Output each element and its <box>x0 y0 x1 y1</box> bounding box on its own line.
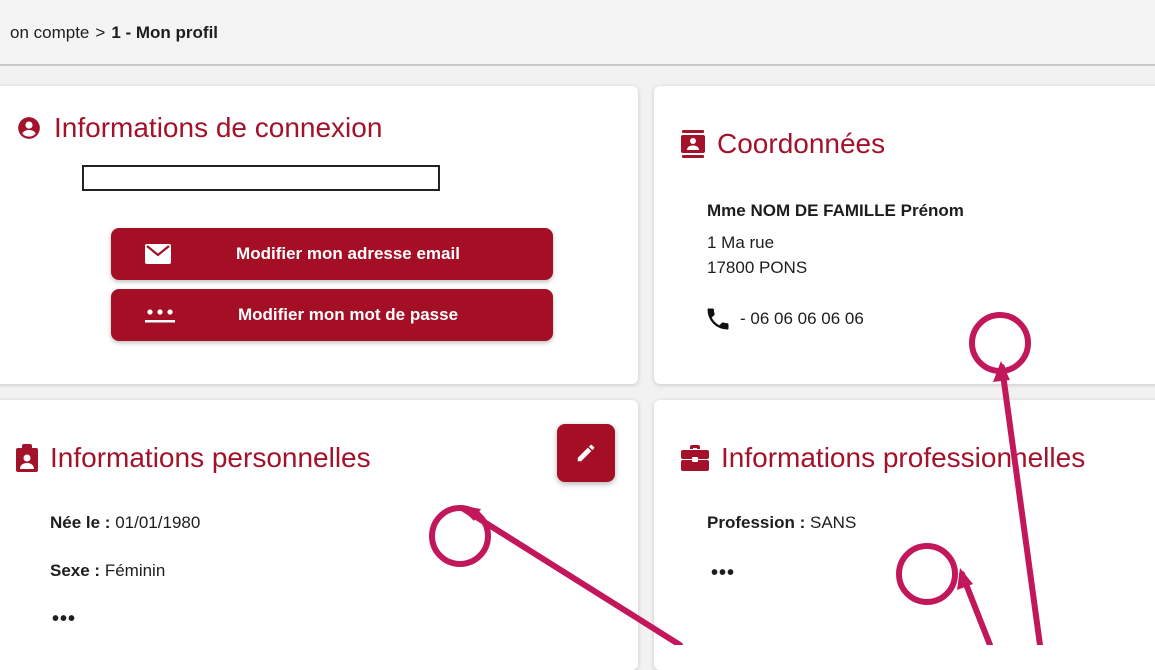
sex-value: Féminin <box>104 561 166 580</box>
modify-password-label: Modifier mon mot de passe <box>237 305 459 324</box>
birth-date-label: Née le : <box>50 513 111 532</box>
coordonnees-title: Coordonnées <box>681 128 885 160</box>
professionnelles-card <box>654 400 1155 670</box>
address-line-2: 17800 PONS <box>707 258 808 277</box>
edit-personnelles-button[interactable] <box>557 424 615 482</box>
login-field[interactable] <box>82 165 440 191</box>
personnelles-card <box>0 400 638 670</box>
professionnelles-more[interactable]: ••• <box>711 562 735 585</box>
connexion-title: Informations de connexion <box>16 112 382 144</box>
personnelles-title-text: Informations personnelles <box>50 442 371 473</box>
address-line-1: 1 Ma rue <box>707 233 775 252</box>
address-book-icon <box>681 130 705 158</box>
pencil-icon <box>577 444 595 462</box>
modify-password-button[interactable]: Modifier mon mot de passe <box>111 289 553 341</box>
profession: Profession : SANS <box>707 513 856 533</box>
connexion-title-text: Informations de connexion <box>54 112 383 143</box>
user-circle-icon <box>18 117 40 139</box>
professionnelles-title-text: Informations professionnelles <box>721 442 1086 473</box>
birth-date-value: 01/01/1980 <box>115 513 201 532</box>
breadcrumb-current: 1 - Mon profil <box>111 23 219 42</box>
profession-label: Profession : <box>707 513 806 532</box>
modify-email-button[interactable]: Modifier mon adresse email <box>111 228 553 280</box>
breadcrumb-separator: > <box>95 23 106 42</box>
phone-icon <box>704 305 732 338</box>
breadcrumb: on compte >1 - Mon profil <box>0 0 1155 66</box>
personnelles-more[interactable]: ••• <box>52 608 76 631</box>
professionnelles-title: Informations professionnelles <box>681 442 1085 474</box>
breadcrumb-parent[interactable]: on compte <box>10 23 89 42</box>
birth-date: Née le : 01/01/1980 <box>50 513 200 533</box>
clipboard-user-icon <box>16 444 38 472</box>
phone-number: - 06 06 06 06 06 <box>740 309 864 328</box>
profession-value: SANS <box>809 513 857 532</box>
contact-name: Mme NOM DE FAMILLE Prénom <box>707 201 964 220</box>
coordonnees-title-text: Coordonnées <box>717 128 886 159</box>
sex: Sexe : Féminin <box>50 561 165 581</box>
personnelles-title: Informations personnelles <box>16 442 371 474</box>
modify-email-label: Modifier mon adresse email <box>236 244 460 263</box>
briefcase-icon <box>681 445 709 471</box>
sex-label: Sexe : <box>50 561 101 580</box>
